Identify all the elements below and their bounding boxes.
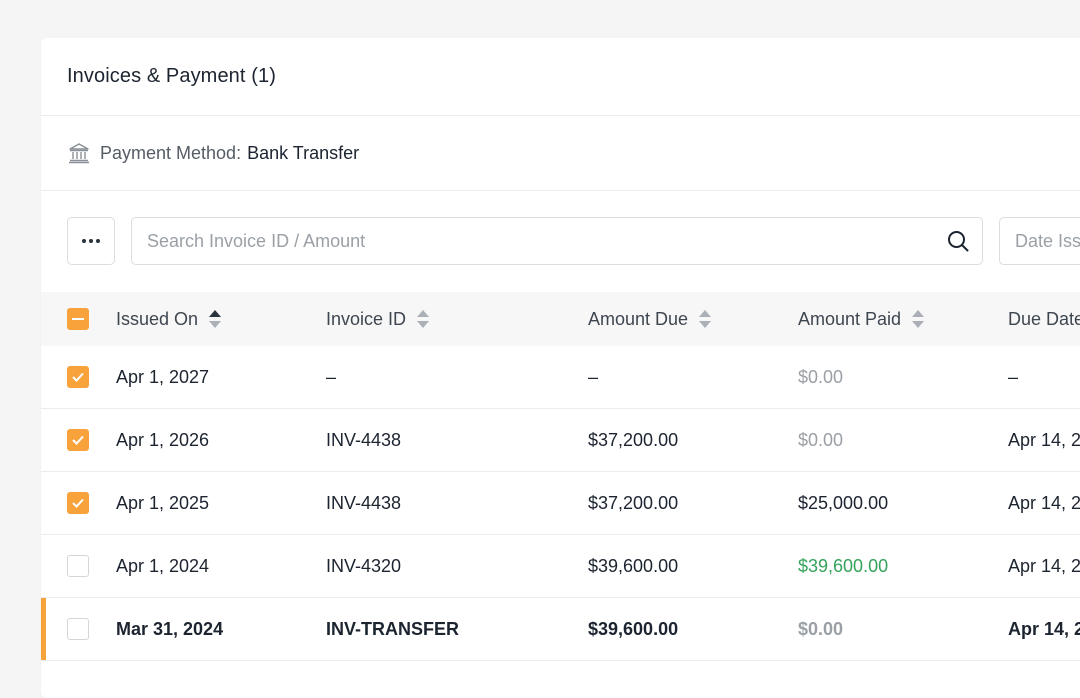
- cell-amount-paid: $25,000.00: [798, 492, 889, 513]
- payment-method-row: Payment Method: Bank Transfer: [41, 116, 1080, 191]
- cell-invoice-id: INV-4438: [326, 492, 402, 513]
- search-input[interactable]: [132, 217, 946, 265]
- table-header: Issued On Invoice ID Amount Due Amount P…: [41, 292, 1080, 346]
- table-row[interactable]: Apr 1, 2027 – – $0.00 –: [41, 346, 1080, 409]
- header-amount-paid-label: Amount Paid: [798, 308, 902, 329]
- row-checkbox[interactable]: [67, 366, 89, 388]
- row-checkbox[interactable]: [67, 492, 89, 514]
- select-all-checkbox[interactable]: [67, 308, 89, 330]
- cell-amount-due: $39,600.00: [588, 618, 679, 639]
- cell-due-date: Apr 14, 2: [1008, 555, 1080, 576]
- cell-amount-paid: $0.00: [798, 429, 844, 450]
- cell-invoice-id: INV-4438: [326, 429, 402, 450]
- search-box: [131, 217, 983, 265]
- cell-invoice-id: –: [326, 366, 337, 387]
- cell-issued-on: Apr 1, 2026: [116, 429, 210, 450]
- date-issued-placeholder: Date Iss: [1015, 230, 1080, 251]
- card-header: Invoices & Payment (1): [41, 38, 1080, 116]
- ellipsis-icon: [81, 238, 101, 244]
- search-icon[interactable]: [946, 229, 970, 253]
- row-checkbox[interactable]: [67, 429, 89, 451]
- cell-issued-on: Apr 1, 2027: [116, 366, 210, 387]
- header-invoice-id-label: Invoice ID: [326, 308, 407, 329]
- row-checkbox[interactable]: [67, 555, 89, 577]
- table-row[interactable]: Apr 1, 2025 INV-4438 $37,200.00 $25,000.…: [41, 472, 1080, 535]
- invoices-card: Invoices & Payment (1) Payment Method: B…: [41, 38, 1080, 698]
- header-amount-due-label: Amount Due: [588, 308, 689, 329]
- cell-invoice-id: INV-TRANSFER: [326, 618, 460, 639]
- cell-amount-paid: $0.00: [798, 618, 844, 639]
- invoices-table: Issued On Invoice ID Amount Due Amount P…: [41, 292, 1080, 661]
- cell-issued-on: Apr 1, 2024: [116, 555, 210, 576]
- table-row[interactable]: Apr 1, 2024 INV-4320 $39,600.00 $39,600.…: [41, 535, 1080, 598]
- cell-amount-due: $39,600.00: [588, 555, 679, 576]
- sort-icon: [698, 308, 712, 330]
- payment-method-value: Bank Transfer: [247, 142, 360, 163]
- cell-due-date: Apr 14, 2: [1008, 618, 1080, 639]
- toolbar: Date Iss: [67, 217, 1080, 265]
- header-invoice-id[interactable]: Invoice ID: [326, 292, 430, 346]
- cell-due-date: –: [1008, 366, 1019, 387]
- cell-amount-due: $37,200.00: [588, 492, 679, 513]
- cell-due-date: Apr 14, 2: [1008, 429, 1080, 450]
- date-issued-filter[interactable]: Date Iss: [999, 217, 1080, 265]
- header-due-date-label: Due Date: [1008, 308, 1080, 329]
- cell-invoice-id: INV-4320: [326, 555, 402, 576]
- payment-method-label: Payment Method:: [100, 142, 242, 163]
- cell-amount-due: $37,200.00: [588, 429, 679, 450]
- bank-icon: [68, 142, 90, 164]
- row-checkbox[interactable]: [67, 618, 89, 640]
- header-amount-paid[interactable]: Amount Paid: [798, 292, 925, 346]
- table-row[interactable]: Apr 1, 2026 INV-4438 $37,200.00 $0.00 Ap…: [41, 409, 1080, 472]
- header-amount-due[interactable]: Amount Due: [588, 292, 712, 346]
- cell-amount-paid: $39,600.00: [798, 555, 889, 576]
- header-due-date[interactable]: Due Date: [1008, 292, 1080, 346]
- sort-icon: [416, 308, 430, 330]
- sort-icon: [911, 308, 925, 330]
- cell-issued-on: Apr 1, 2025: [116, 492, 210, 513]
- cell-amount-due: –: [588, 366, 599, 387]
- more-actions-button[interactable]: [67, 217, 115, 265]
- cell-due-date: Apr 14, 2: [1008, 492, 1080, 513]
- cell-amount-paid: $0.00: [798, 366, 844, 387]
- header-issued-on-label: Issued On: [116, 308, 199, 329]
- cell-issued-on: Mar 31, 2024: [116, 618, 224, 639]
- table-row-active[interactable]: Mar 31, 2024 INV-TRANSFER $39,600.00 $0.…: [41, 598, 1080, 661]
- sort-asc-icon: [208, 308, 222, 330]
- header-issued-on[interactable]: Issued On: [116, 292, 222, 346]
- card-title: Invoices & Payment (1): [67, 65, 276, 87]
